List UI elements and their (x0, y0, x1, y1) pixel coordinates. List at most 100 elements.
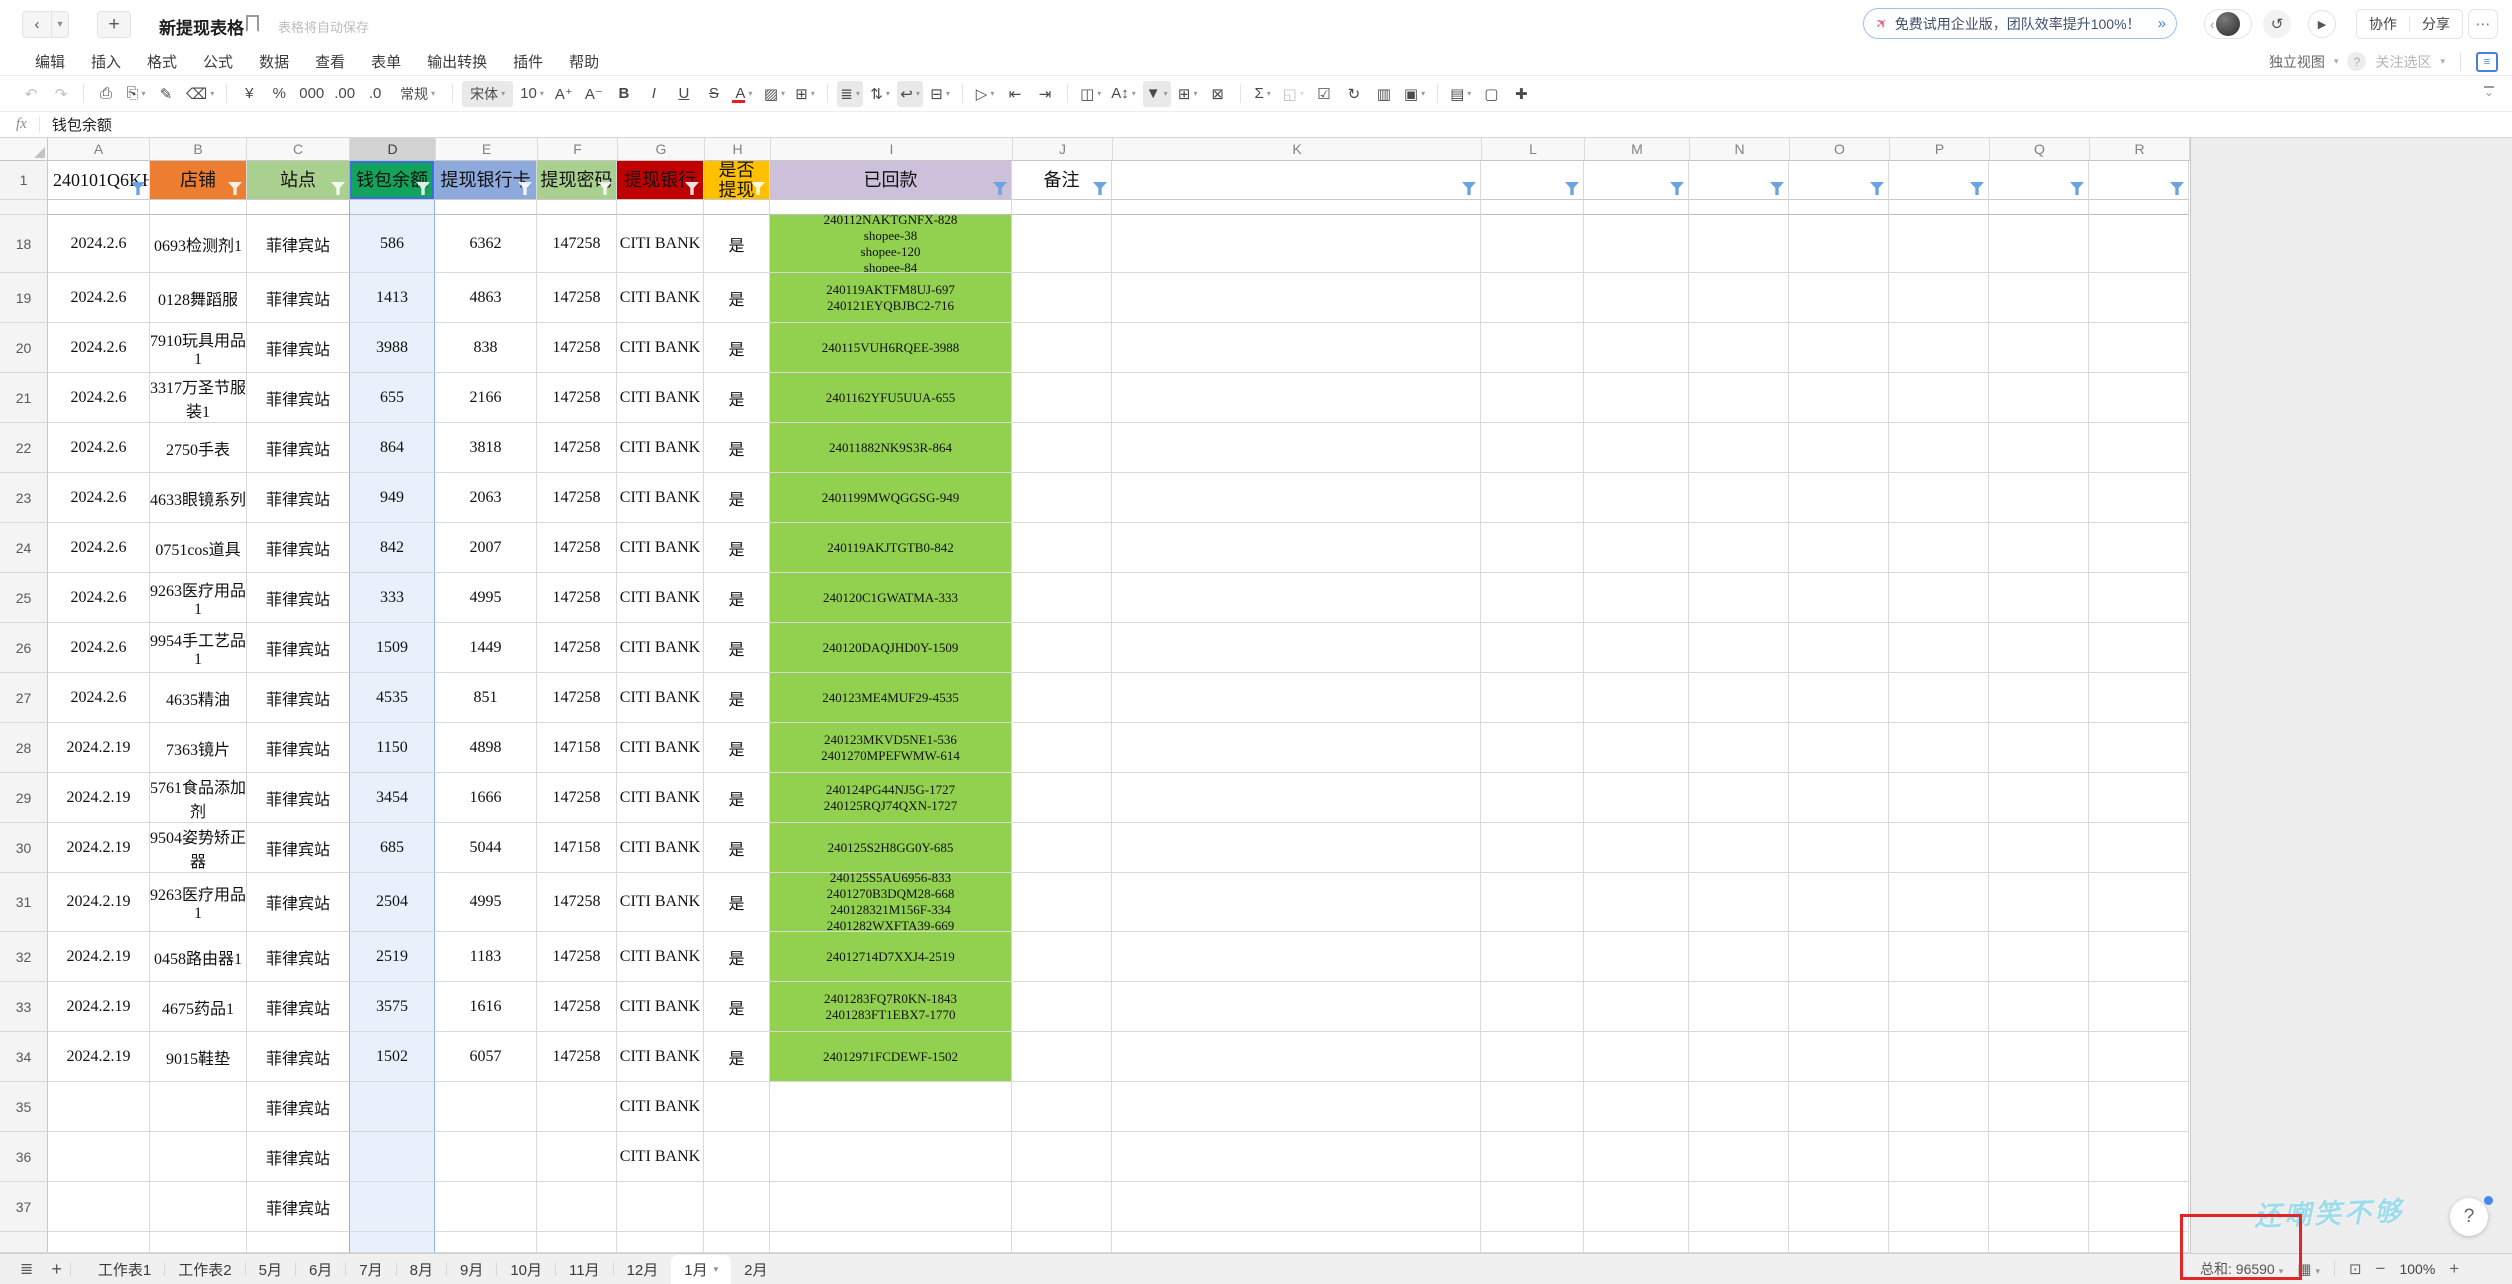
cell-I18[interactable]: 240112NAKTGNFX-828shopee-38shopee-120sho… (770, 215, 1012, 273)
cell-E32[interactable]: 1183 (435, 932, 537, 982)
cell-B37[interactable] (150, 1182, 247, 1232)
cell-Q29[interactable] (1989, 773, 2089, 823)
cell-D21[interactable]: 655 (349, 373, 435, 423)
cell-K36[interactable] (1112, 1132, 1481, 1182)
cell-L24[interactable] (1481, 523, 1584, 573)
cell-F18[interactable]: 147258 (537, 215, 617, 273)
row-header-37[interactable]: 37 (0, 1182, 48, 1232)
row-header-28[interactable]: 28 (0, 723, 48, 773)
cell-E28[interactable]: 4898 (435, 723, 537, 773)
cell[interactable] (247, 200, 350, 215)
cell-B27[interactable]: 4635精油 (150, 673, 247, 723)
menu-数据[interactable]: 数据 (259, 51, 289, 72)
cell-D23[interactable]: 949 (349, 473, 435, 523)
sheet-tab-5月[interactable]: 5月 (246, 1254, 295, 1284)
clear-button[interactable]: ⊠ (1205, 81, 1231, 107)
cell-Q19[interactable] (1989, 273, 2089, 323)
header-cell-G[interactable]: 提现银行 (617, 161, 704, 200)
cell-A34[interactable]: 2024.2.19 (48, 1032, 150, 1082)
fit-screen-icon[interactable]: ⊡ (2349, 1260, 2362, 1278)
history-button[interactable]: ↺ (2263, 10, 2291, 38)
cell-J29[interactable] (1012, 773, 1112, 823)
cell-C37[interactable]: 菲律宾站 (247, 1182, 350, 1232)
filter-funnel-icon[interactable] (1970, 182, 1984, 195)
cell-I27[interactable]: 240123ME4MUF29-4535 (770, 673, 1012, 723)
row-header-24[interactable]: 24 (0, 523, 48, 573)
cell-F23[interactable]: 147258 (537, 473, 617, 523)
italic-button[interactable]: I (641, 81, 667, 107)
cell-Q20[interactable] (1989, 323, 2089, 373)
cell-H30[interactable]: 是 (704, 823, 770, 873)
cell-I32[interactable]: 24012714D7XXJ4-2519 (770, 932, 1012, 982)
sheet-tab-工作表2[interactable]: 工作表2 (165, 1254, 244, 1284)
cell-M36[interactable] (1584, 1132, 1689, 1182)
cell-P36[interactable] (1889, 1132, 1989, 1182)
cell-P34[interactable] (1889, 1032, 1989, 1082)
cell-C18[interactable]: 菲律宾站 (247, 215, 350, 273)
vertical-align-button[interactable]: ⇅▾ (867, 81, 893, 107)
cell-A18[interactable]: 2024.2.6 (48, 215, 150, 273)
cell-K25[interactable] (1112, 573, 1481, 623)
cell-H22[interactable]: 是 (704, 423, 770, 473)
column-header-I[interactable]: I (771, 138, 1013, 161)
cell-R24[interactable] (2089, 523, 2189, 573)
hyperlink-button[interactable]: ↻ (1341, 81, 1367, 107)
chevron-down-icon[interactable]: ▾ (714, 1264, 719, 1275)
column-header-O[interactable]: O (1790, 138, 1890, 161)
view-help-icon[interactable]: ? (2347, 52, 2366, 71)
font-color-button[interactable]: A▾ (731, 81, 757, 107)
cell[interactable] (1012, 200, 1112, 215)
cell-L[interactable] (1481, 1232, 1584, 1253)
row-header-23[interactable]: 23 (0, 473, 48, 523)
cell-D26[interactable]: 1509 (349, 623, 435, 673)
cell-I35[interactable] (770, 1082, 1012, 1132)
sheet-tab-7月[interactable]: 7月 (346, 1254, 395, 1284)
cell-R30[interactable] (2089, 823, 2189, 873)
cell-I28[interactable]: 240123MKVD5NE1-5362401270MPEFWMW-614 (770, 723, 1012, 773)
promo-banner[interactable]: ✈ 免费试用企业版，团队效率提升100%！ » (1863, 8, 2177, 39)
thousand-separator-button[interactable]: 000 (296, 81, 327, 107)
cell-D33[interactable]: 3575 (349, 982, 435, 1032)
cell-B22[interactable]: 2750手表 (150, 423, 247, 473)
column-header-C[interactable]: C (247, 138, 350, 161)
cell-I25[interactable]: 240120C1GWATMA-333 (770, 573, 1012, 623)
cell-C25[interactable]: 菲律宾站 (247, 573, 350, 623)
cell-G22[interactable]: CITI BANK (617, 423, 704, 473)
cell-O18[interactable] (1789, 215, 1889, 273)
cell-M22[interactable] (1584, 423, 1689, 473)
menu-表单[interactable]: 表单 (371, 51, 401, 72)
cell-H36[interactable] (704, 1132, 770, 1182)
header-cell-H[interactable]: 是否提现 (704, 161, 770, 200)
new-document-button[interactable]: + (97, 11, 131, 38)
cell-A28[interactable]: 2024.2.19 (48, 723, 150, 773)
paste-button[interactable]: ⎘▾ (123, 81, 149, 107)
cell-P31[interactable] (1889, 873, 1989, 932)
row-header-30[interactable]: 30 (0, 823, 48, 873)
column-header-K[interactable]: K (1113, 138, 1482, 161)
document-title[interactable]: 新提现表格 (159, 14, 244, 39)
protect-button[interactable]: ▢ (1478, 81, 1504, 107)
decrease-indent-button[interactable]: ⇤ (1002, 81, 1028, 107)
cell-K19[interactable] (1112, 273, 1481, 323)
cell-F26[interactable]: 147258 (537, 623, 617, 673)
column-header-P[interactable]: P (1890, 138, 1990, 161)
cell-F27[interactable]: 147258 (537, 673, 617, 723)
cell-J37[interactable] (1012, 1182, 1112, 1232)
cell-F24[interactable]: 147258 (537, 523, 617, 573)
send-button[interactable]: ▷▾ (972, 81, 998, 107)
cell-A32[interactable]: 2024.2.19 (48, 932, 150, 982)
cell-H20[interactable]: 是 (704, 323, 770, 373)
cell-I36[interactable] (770, 1132, 1012, 1182)
cell-P30[interactable] (1889, 823, 1989, 873)
cell-L18[interactable] (1481, 215, 1584, 273)
undo-button[interactable]: ↶ (18, 81, 44, 107)
cell-I19[interactable]: 240119AKTFM8UJ-697240121EYQBJBC2-716 (770, 273, 1012, 323)
cell-C24[interactable]: 菲律宾站 (247, 523, 350, 573)
cell-O29[interactable] (1789, 773, 1889, 823)
formula-input[interactable]: 钱包余额 (52, 114, 112, 135)
cell-B32[interactable]: 0458路由器1 (150, 932, 247, 982)
cell-N25[interactable] (1689, 573, 1789, 623)
header-cell-K[interactable] (1112, 161, 1481, 200)
cell-E24[interactable]: 2007 (435, 523, 537, 573)
cell-Q21[interactable] (1989, 373, 2089, 423)
